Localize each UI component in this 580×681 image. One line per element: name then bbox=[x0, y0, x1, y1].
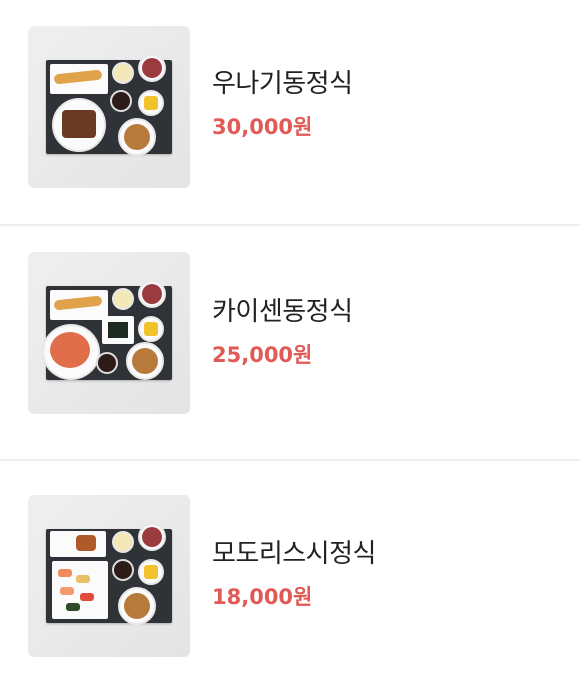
tray-illustration bbox=[46, 523, 172, 625]
menu-item-name[interactable]: 모도리스시정식 bbox=[212, 534, 376, 574]
tray-illustration bbox=[46, 54, 172, 156]
menu-item-price: 25,000원 bbox=[212, 343, 313, 367]
menu-item-unagi[interactable]: 우나기동정식 30,000원 bbox=[0, 0, 580, 224]
menu-item-name[interactable]: 우나기동정식 bbox=[212, 64, 353, 104]
menu-item-image[interactable] bbox=[28, 26, 190, 188]
menu-item-name[interactable]: 카이센동정식 bbox=[212, 292, 353, 332]
menu-list: 우나기동정식 30,000원 카이센동정식 25,000원 모도리스시정식 18… bbox=[0, 0, 580, 681]
menu-item-image[interactable] bbox=[28, 252, 190, 414]
menu-item-kaisen[interactable]: 카이센동정식 25,000원 bbox=[0, 226, 580, 459]
menu-item-texts: 우나기동정식 30,000원 bbox=[212, 64, 353, 142]
menu-item-modori-sushi[interactable]: 모도리스시정식 18,000원 bbox=[0, 461, 580, 681]
menu-item-texts: 카이센동정식 25,000원 bbox=[212, 292, 353, 370]
menu-item-price: 30,000원 bbox=[212, 115, 313, 139]
menu-item-price: 18,000원 bbox=[212, 585, 313, 609]
menu-item-texts: 모도리스시정식 18,000원 bbox=[212, 534, 376, 612]
menu-item-image[interactable] bbox=[28, 495, 190, 657]
tray-illustration bbox=[42, 280, 172, 380]
